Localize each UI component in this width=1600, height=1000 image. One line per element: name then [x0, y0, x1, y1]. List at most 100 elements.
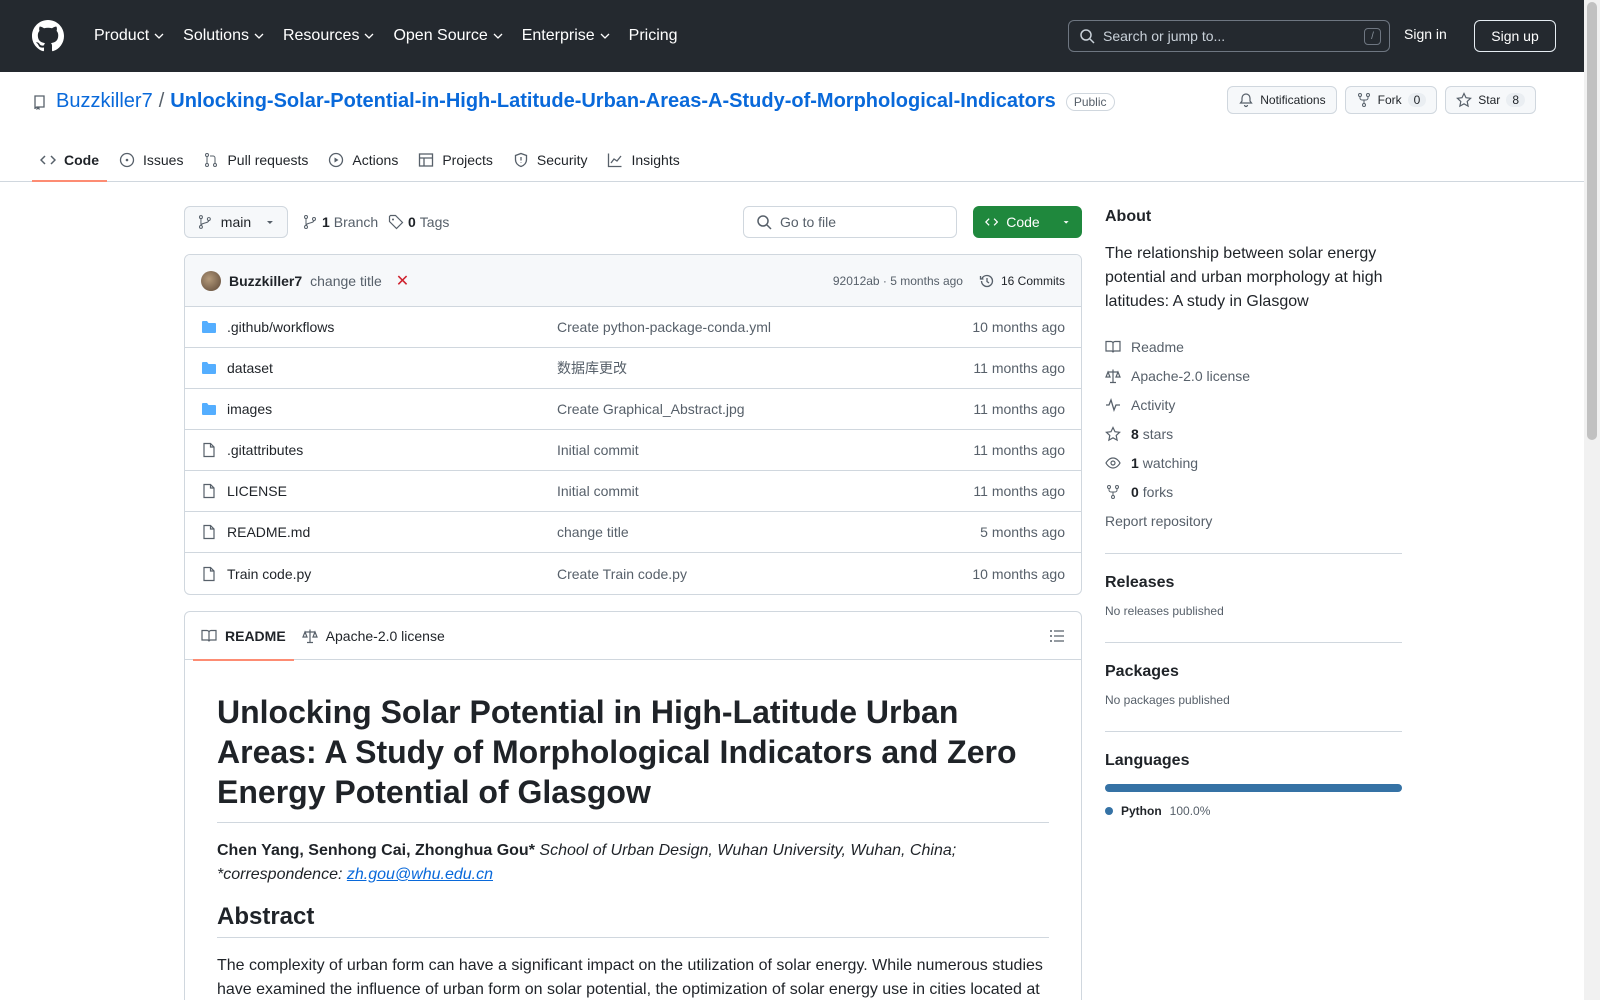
repo-title: Buzzkiller7 / Unlocking-Solar-Potential-… [32, 90, 1115, 113]
activity-link[interactable]: Activity [1105, 390, 1402, 419]
file-row[interactable]: dataset 数据库更改 11 months ago [185, 348, 1081, 389]
tab-projects[interactable]: Projects [410, 138, 501, 182]
file-name-link[interactable]: .gitattributes [227, 442, 557, 458]
file-name-link[interactable]: README.md [227, 524, 557, 540]
code-download-button[interactable]: Code [973, 206, 1082, 238]
search-icon [757, 215, 772, 230]
tab-license[interactable]: Apache-2.0 license [294, 612, 453, 660]
file-commit-time: 5 months ago [980, 524, 1065, 540]
file-row[interactable]: images Create Graphical_Abstract.jpg 11 mo… [185, 389, 1081, 430]
watching-link[interactable]: 1 watching [1105, 448, 1402, 477]
file-name-link[interactable]: Train code.py [227, 566, 557, 582]
commit-status-failed-icon[interactable]: ✕ [396, 271, 409, 291]
nav-enterprise[interactable]: Enterprise [514, 21, 619, 51]
nav-pricing[interactable]: Pricing [621, 21, 686, 51]
tab-pull-requests[interactable]: Pull requests [195, 138, 316, 182]
packages-empty-text: No packages published [1105, 693, 1230, 707]
file-type-icon [201, 442, 217, 458]
forks-link[interactable]: 0 forks [1105, 477, 1402, 506]
nav-solutions[interactable]: Solutions [175, 21, 273, 51]
forks-label: forks [1142, 483, 1174, 500]
packages-heading[interactable]: Packages [1105, 663, 1402, 681]
file-commit-time: 11 months ago [973, 442, 1065, 458]
file-icon [203, 566, 215, 581]
caret-down-icon [267, 221, 274, 224]
license-link[interactable]: Apache-2.0 license [1105, 361, 1402, 390]
file-commit-message-link[interactable]: Initial commit [557, 483, 639, 499]
nav-open-source[interactable]: Open Source [385, 21, 511, 51]
file-name-link[interactable]: .github/workflows [227, 319, 557, 335]
file-row[interactable]: .github/workflows Create python-package-c… [185, 307, 1081, 348]
file-commit-message-link[interactable]: change title [557, 524, 629, 540]
releases-heading[interactable]: Releases [1105, 574, 1402, 592]
file-row[interactable]: LICENSE Initial commit 11 months ago [185, 471, 1081, 512]
commit-hash-time[interactable]: 92012ab · 5 months ago [833, 274, 963, 288]
file-commit-message-link[interactable]: 数据库更改 [557, 358, 627, 378]
repo-owner-link[interactable]: Buzzkiller7 [56, 90, 153, 113]
report-repository-link[interactable]: Report repository [1105, 506, 1402, 535]
tab-issues[interactable]: Issues [111, 138, 191, 182]
avatar[interactable] [201, 270, 221, 291]
stars-link[interactable]: 8 stars [1105, 419, 1402, 448]
file-commit-message-link[interactable]: Create python-package-conda.yml [557, 319, 771, 335]
abstract-text: The complexity of urban form can have a … [217, 957, 1043, 998]
readme-title: Unlocking Solar Potential in High-Latitu… [217, 692, 1049, 823]
tab-insights[interactable]: Insights [599, 138, 687, 182]
tab-code[interactable]: Code [32, 138, 107, 182]
commit-message[interactable]: change title [310, 273, 382, 289]
nav-resources[interactable]: Resources [275, 21, 383, 51]
list-toc-icon[interactable] [1049, 628, 1065, 644]
fork-button[interactable]: Fork 0 [1344, 86, 1438, 114]
nav-label: Enterprise [521, 27, 595, 44]
file-row[interactable]: .gitattributes Initial commit 11 months ag… [185, 430, 1081, 471]
file-commit-time: 11 months ago [973, 401, 1065, 417]
watching-count: 1 [1131, 454, 1139, 471]
commits-count: 16 Commits [1000, 274, 1065, 288]
tab-readme[interactable]: README [193, 612, 294, 661]
go-to-file-input[interactable]: Go to file [743, 206, 957, 238]
email-link[interactable]: zh.gou@whu.edu.cn [347, 866, 493, 883]
tab-label: Code [64, 152, 99, 168]
file-type-icon [201, 566, 217, 582]
file-commit-time: 11 months ago [973, 483, 1065, 499]
notifications-button[interactable]: Notifications [1227, 86, 1337, 114]
readme-link[interactable]: Readme [1105, 332, 1402, 361]
scrollbar-thumb[interactable] [1587, 2, 1597, 440]
tags-link[interactable]: 0 Tags [388, 214, 449, 230]
repo-name-link[interactable]: Unlocking-Solar-Potential-in-High-Latitu… [170, 90, 1056, 113]
page-scrollbar[interactable] [1584, 0, 1600, 1000]
repo-path-separator: / [158, 90, 165, 112]
language-name: Python [1121, 804, 1162, 818]
language-python[interactable]: Python 100.0% [1105, 804, 1402, 818]
sign-in-link[interactable]: Sign in [1404, 26, 1447, 42]
github-logo-icon[interactable] [32, 20, 64, 52]
tab-actions[interactable]: Actions [320, 138, 406, 182]
file-row[interactable]: README.md change title 5 months ago [185, 512, 1081, 553]
search-input[interactable]: Search or jump to... / [1068, 20, 1390, 52]
commits-link[interactable]: 16 Commits [979, 273, 1065, 289]
file-name-link[interactable]: images [227, 401, 557, 417]
file-row[interactable]: Train code.py Create Train code.py 10 mont… [185, 553, 1081, 594]
file-name-link[interactable]: LICENSE [227, 483, 557, 499]
file-list: Buzzkiller7 change title ✕ 92012ab · 5 m… [184, 254, 1082, 595]
global-header: Product Solutions Resources Open Source … [0, 0, 1584, 72]
file-commit-message-link[interactable]: Create Graphical_Abstract.jpg [557, 401, 745, 417]
fork-count: 0 [1407, 93, 1427, 107]
nav-product[interactable]: Product [86, 21, 173, 51]
file-commit-message-link[interactable]: Initial commit [557, 442, 639, 458]
readme-authors: Chen Yang, Senhong Cai, Zhonghua Gou* Sc… [217, 839, 1049, 887]
file-name-link[interactable]: dataset [227, 360, 557, 376]
file-commit-message-link[interactable]: Create Train code.py [557, 566, 687, 582]
languages-heading: Languages [1105, 752, 1190, 769]
branches-link[interactable]: 1 Branch [302, 214, 378, 230]
sign-up-button[interactable]: Sign up [1474, 20, 1556, 52]
search-placeholder: Search or jump to... [1103, 28, 1226, 44]
nav-label: Resources [282, 27, 360, 44]
law-icon [301, 629, 318, 643]
main-nav: Product Solutions Resources Open Source … [86, 21, 686, 51]
forks-count: 0 [1131, 483, 1139, 500]
star-button[interactable]: Star 8 [1445, 86, 1536, 114]
branch-selector[interactable]: main [184, 206, 288, 238]
commit-author[interactable]: Buzzkiller7 [229, 273, 302, 289]
tab-security[interactable]: Security [505, 138, 596, 182]
